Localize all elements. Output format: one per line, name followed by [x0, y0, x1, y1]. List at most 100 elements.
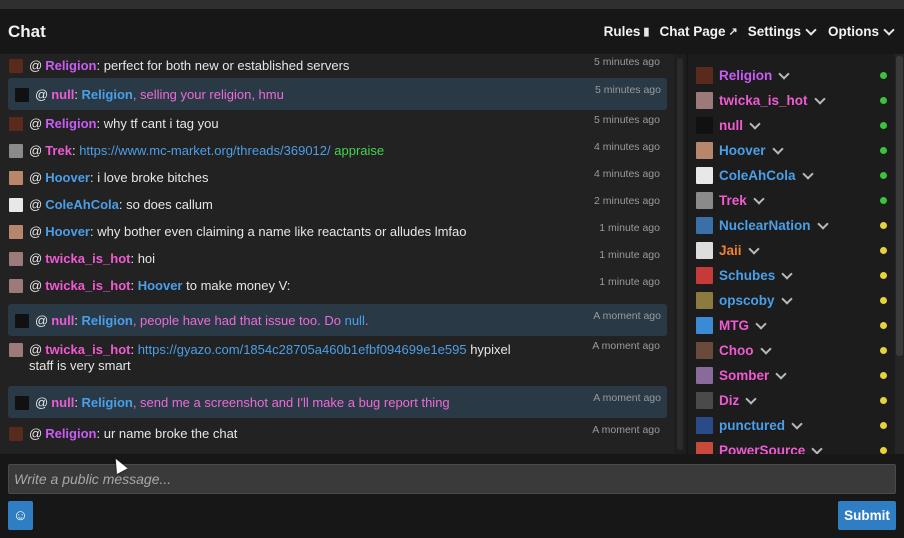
- avatar[interactable]: [9, 198, 23, 212]
- avatar[interactable]: [9, 279, 23, 293]
- mention-at-icon[interactable]: @: [29, 251, 42, 266]
- avatar[interactable]: [696, 417, 713, 434]
- online-user-name[interactable]: Schubes: [719, 268, 775, 283]
- avatar[interactable]: [696, 67, 713, 84]
- online-user-name[interactable]: opscoby: [719, 293, 775, 308]
- chevron-down-icon[interactable]: [745, 392, 757, 405]
- avatar[interactable]: [9, 59, 23, 73]
- online-user-name[interactable]: Religion: [719, 68, 772, 83]
- message-username[interactable]: Trek: [45, 143, 72, 158]
- message-username[interactable]: Religion: [45, 58, 96, 73]
- message-fragment[interactable]: Religion: [82, 87, 133, 102]
- chevron-down-icon[interactable]: [811, 442, 823, 454]
- mention-at-icon[interactable]: @: [29, 116, 42, 131]
- avatar[interactable]: [9, 117, 23, 131]
- chevron-down-icon[interactable]: [801, 167, 814, 180]
- chevron-down-icon[interactable]: [775, 367, 787, 380]
- mention-at-icon[interactable]: @: [35, 395, 48, 410]
- message-scrollbar-thumb[interactable]: [677, 58, 683, 450]
- online-user[interactable]: ColeAhCola: [696, 163, 887, 188]
- online-user[interactable]: Hoover: [696, 138, 887, 163]
- message-username[interactable]: twicka_is_hot: [45, 342, 130, 357]
- chevron-down-icon[interactable]: [747, 242, 760, 255]
- message-fragment[interactable]: Religion: [82, 313, 133, 328]
- chevron-down-icon[interactable]: [759, 342, 772, 355]
- avatar[interactable]: [696, 442, 713, 454]
- online-user-name[interactable]: Jaii: [719, 243, 742, 258]
- avatar[interactable]: [696, 392, 713, 409]
- mention-at-icon[interactable]: @: [29, 426, 42, 441]
- message-link[interactable]: null: [345, 313, 365, 328]
- online-user-name[interactable]: Somber: [719, 368, 769, 383]
- avatar[interactable]: [696, 117, 713, 134]
- online-user[interactable]: Diz: [696, 388, 887, 413]
- online-user[interactable]: Jaii: [696, 238, 887, 263]
- chevron-down-icon[interactable]: [791, 417, 803, 430]
- mention-at-icon[interactable]: @: [29, 58, 42, 73]
- avatar[interactable]: [15, 396, 29, 410]
- chevron-down-icon[interactable]: [780, 292, 793, 305]
- userlist-scrollbar-thumb[interactable]: [896, 56, 903, 356]
- message-link[interactable]: https://gyazo.com/1854c28705a460b1efbf09…: [138, 342, 467, 357]
- online-user-name[interactable]: Choo: [719, 343, 754, 358]
- online-user[interactable]: punctured: [696, 413, 887, 438]
- avatar[interactable]: [696, 292, 713, 309]
- chevron-down-icon[interactable]: [771, 142, 784, 155]
- online-user[interactable]: opscoby: [696, 288, 887, 313]
- submit-button[interactable]: Submit: [838, 501, 896, 530]
- chevron-down-icon[interactable]: [778, 67, 790, 80]
- chevron-down-icon[interactable]: [813, 92, 826, 105]
- userlist-scrollbar[interactable]: [895, 54, 904, 454]
- avatar[interactable]: [696, 92, 713, 109]
- online-user-name[interactable]: twicka_is_hot: [719, 93, 808, 108]
- message-username[interactable]: null: [51, 395, 74, 410]
- avatar[interactable]: [9, 171, 23, 185]
- options-dropdown[interactable]: Options: [828, 23, 896, 39]
- online-user[interactable]: Somber: [696, 363, 887, 388]
- avatar[interactable]: [696, 342, 713, 359]
- mention-at-icon[interactable]: @: [29, 224, 42, 239]
- avatar[interactable]: [9, 343, 23, 357]
- message-username[interactable]: Religion: [45, 426, 96, 441]
- online-user-name[interactable]: null: [719, 118, 743, 133]
- settings-dropdown[interactable]: Settings: [748, 23, 818, 39]
- online-user[interactable]: twicka_is_hot: [696, 88, 887, 113]
- avatar[interactable]: [696, 217, 713, 234]
- avatar[interactable]: [15, 314, 29, 328]
- online-user-name[interactable]: Hoover: [719, 143, 766, 158]
- message-username[interactable]: null: [51, 313, 74, 328]
- avatar[interactable]: [9, 252, 23, 266]
- message-username[interactable]: twicka_is_hot: [45, 278, 130, 293]
- online-user-name[interactable]: ColeAhCola: [719, 168, 796, 183]
- online-user[interactable]: Trek: [696, 188, 887, 213]
- online-user-name[interactable]: NuclearNation: [719, 218, 811, 233]
- mention-at-icon[interactable]: @: [29, 170, 42, 185]
- message-fragment[interactable]: Hoover: [138, 278, 183, 293]
- online-user[interactable]: Religion: [696, 63, 887, 88]
- online-user-name[interactable]: MTG: [719, 318, 749, 333]
- message-input[interactable]: [8, 464, 896, 494]
- avatar[interactable]: [696, 267, 713, 284]
- online-user[interactable]: NuclearNation: [696, 213, 887, 238]
- mention-at-icon[interactable]: @: [29, 143, 42, 158]
- message-username[interactable]: Hoover: [45, 170, 90, 185]
- chevron-down-icon[interactable]: [781, 267, 793, 280]
- rules-link[interactable]: Rules ▮: [604, 24, 650, 39]
- chevron-down-icon[interactable]: [816, 217, 829, 230]
- avatar[interactable]: [9, 225, 23, 239]
- online-user[interactable]: MTG: [696, 313, 887, 338]
- mention-at-icon[interactable]: @: [35, 313, 48, 328]
- online-user-name[interactable]: Trek: [719, 193, 747, 208]
- online-user-name[interactable]: punctured: [719, 418, 785, 433]
- online-user[interactable]: Schubes: [696, 263, 887, 288]
- chevron-down-icon[interactable]: [755, 317, 767, 330]
- online-user[interactable]: Choo: [696, 338, 887, 363]
- avatar[interactable]: [9, 427, 23, 441]
- message-fragment[interactable]: Religion: [82, 395, 133, 410]
- mention-at-icon[interactable]: @: [29, 342, 42, 357]
- avatar[interactable]: [15, 88, 29, 102]
- mention-at-icon[interactable]: @: [29, 197, 42, 212]
- avatar[interactable]: [9, 144, 23, 158]
- avatar[interactable]: [696, 367, 713, 384]
- avatar[interactable]: [696, 317, 713, 334]
